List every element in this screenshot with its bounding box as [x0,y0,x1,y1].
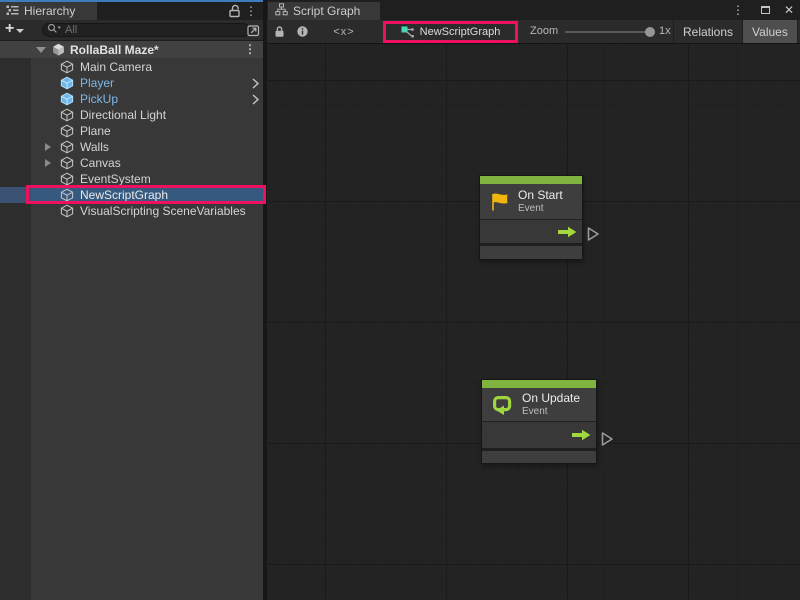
maximize-glyph [761,6,770,14]
variables-toggle-icon[interactable]: <x> [331,20,357,43]
lock-icon[interactable] [271,20,287,43]
zoom-label: Zoom [530,25,558,37]
maximize-icon[interactable] [758,2,772,18]
expand-triangle-icon[interactable] [45,143,51,151]
node-title: On Start [518,188,563,202]
node-header: On Start Event [480,184,582,220]
tree-item-label: VisualScripting SceneVariables [80,204,246,218]
tree-item-label: Main Camera [80,60,152,74]
hierarchy-tabbar: Hierarchy ⋮ [0,0,263,20]
tree-item-eventsystem[interactable]: EventSystem [0,171,263,187]
gameobject-cube-icon [60,204,74,221]
node-title: On Update [522,391,580,405]
tree-item-label: Player [80,76,114,90]
collapse-triangle-icon[interactable] [36,47,46,53]
scene-row[interactable]: RollaBall Maze* ⋮ [0,41,263,58]
prefab-chevron-icon[interactable] [252,94,259,108]
hierarchy-tree: Main Camera Player PickUp Directional Li… [0,58,263,600]
relations-toggle[interactable]: Relations [673,20,742,43]
node-color-bar [480,176,582,184]
tree-item-newscriptgraph[interactable]: NewScriptGraph [0,187,263,203]
hierarchy-menu-icon[interactable]: ⋮ [243,3,259,18]
script-graph-panel: Script Graph ⋮ ✕ <x> NewScriptGraph Zoom [267,0,800,600]
tree-item-label: Walls [80,140,109,154]
tree-item-label: Directional Light [80,108,166,122]
script-graph-tabbar: Script Graph ⋮ ✕ [267,0,800,20]
zoom-slider-handle[interactable] [645,27,655,37]
unity-scene-icon [52,43,65,56]
search-input[interactable] [65,24,215,36]
hierarchy-panel: Hierarchy ⋮ + [0,0,263,600]
control-output-port-icon[interactable] [572,429,591,441]
tree-item-label: NewScriptGraph [80,188,168,202]
flag-icon [488,191,510,213]
tree-item-canvas[interactable]: Canvas [0,155,263,171]
node-subtitle: Event [522,406,580,418]
hierarchy-search-field[interactable] [42,23,250,37]
script-graph-asset-icon [401,25,415,39]
tree-item-player[interactable]: Player [0,75,263,91]
node-header: On Update Event [482,388,596,422]
tab-script-graph[interactable]: Script Graph [268,2,380,20]
tree-item-label: Canvas [80,156,121,170]
loop-icon [490,393,514,417]
graph-tab-label: Script Graph [293,4,360,18]
node-on-start[interactable]: On Start Event [479,175,583,260]
unity-editor-window: Hierarchy ⋮ + [0,0,800,600]
search-popout-icon[interactable] [246,23,260,37]
prefab-chevron-icon[interactable] [252,78,259,92]
close-icon[interactable]: ✕ [782,2,796,18]
hierarchy-tab-icon [6,4,19,19]
tree-item-plane[interactable]: Plane [0,123,263,139]
node-color-bar [482,380,596,388]
info-icon[interactable] [294,20,310,43]
tab-hierarchy[interactable]: Hierarchy [0,2,97,20]
hierarchy-tab-label: Hierarchy [24,4,75,18]
unlock-icon[interactable] [226,3,242,18]
tree-item-walls[interactable]: Walls [0,139,263,155]
add-gameobject-button[interactable]: + [5,21,24,37]
node-subtitle: Event [518,203,563,215]
zoom-value: 1x [659,25,671,37]
control-output-port-icon[interactable] [558,226,577,238]
node-on-update[interactable]: On Update Event [481,379,597,464]
scene-menu-icon[interactable]: ⋮ [244,43,256,55]
graph-canvas[interactable]: On Start Event [267,44,800,600]
graph-tab-icon [275,3,288,19]
node-port-row [482,422,596,451]
node-footer [482,451,596,463]
tree-item-visualscripting-scenevariables[interactable]: VisualScripting SceneVariables [0,203,263,219]
chevron-down-icon [16,29,24,33]
tree-item-directional-light[interactable]: Directional Light [0,107,263,123]
node-port-row [480,220,582,246]
expand-triangle-icon[interactable] [45,159,51,167]
window-menu-icon[interactable]: ⋮ [732,2,744,18]
tree-item-main-camera[interactable]: Main Camera [0,59,263,75]
search-icon [47,21,62,39]
tree-item-label: PickUp [80,92,118,106]
tree-item-label: Plane [80,124,111,138]
connection-target-triangle-icon[interactable] [587,226,600,247]
scene-name: RollaBall Maze* [70,43,159,57]
zoom-slider[interactable] [565,31,651,33]
tree-item-pickup[interactable]: PickUp [0,91,263,107]
add-label: + [5,21,14,37]
values-toggle[interactable]: Values [742,20,797,43]
tree-item-label: EventSystem [80,172,151,186]
graph-toolbar: <x> NewScriptGraph Zoom 1x Relations Val… [267,20,800,44]
node-footer [480,246,582,259]
hierarchy-toolbar: + [0,20,263,41]
graph-view-toggles: Relations Values Dim [673,20,800,43]
graph-name-button[interactable]: NewScriptGraph [383,20,518,43]
graph-name-label: NewScriptGraph [420,26,501,38]
connection-target-triangle-icon[interactable] [601,431,614,452]
